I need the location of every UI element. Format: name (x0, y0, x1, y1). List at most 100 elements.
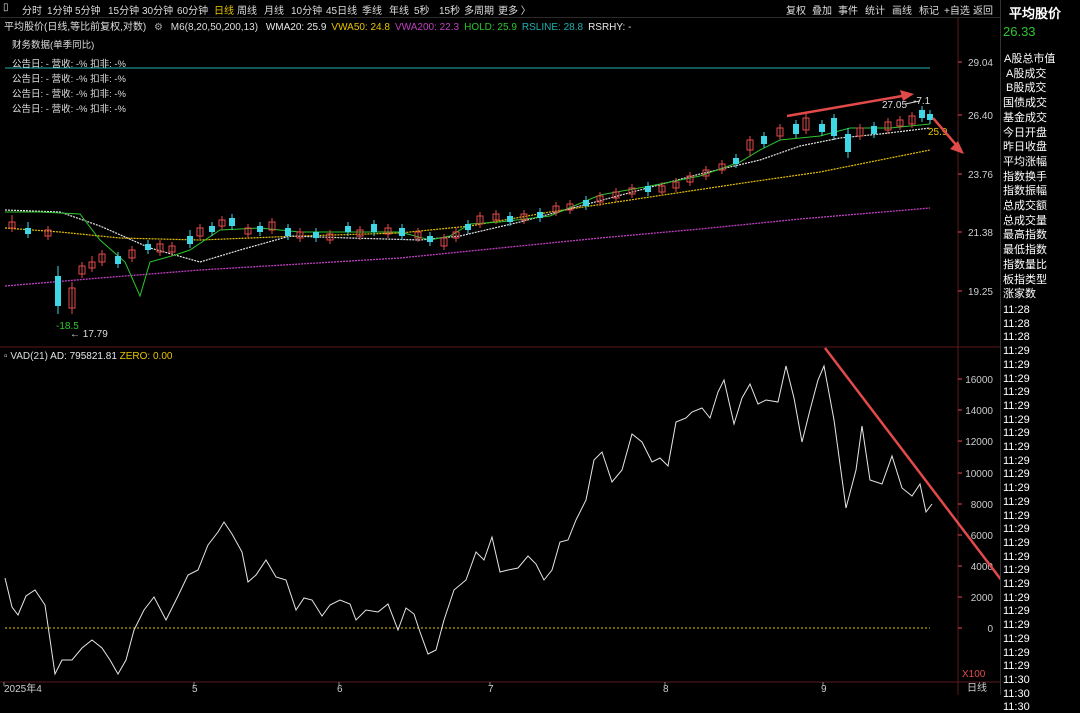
candle-body (927, 114, 933, 120)
price-axis-label: 19.25 (968, 287, 993, 298)
period-tab-6[interactable]: 日线 (214, 2, 234, 17)
tick-time: 11:29 (1003, 372, 1030, 385)
toolbar-button-5[interactable]: 标记 (919, 2, 939, 17)
toolbar-button-1[interactable]: 叠加 (812, 2, 832, 17)
toolbar-button-0[interactable]: 复权 (786, 2, 806, 17)
sub-axis-label: 8000 (971, 500, 994, 511)
tick-time: 11:29 (1003, 605, 1030, 618)
tick-time: 11:30 (1003, 687, 1030, 700)
tick-time: 11:29 (1003, 345, 1030, 358)
period-tab-5[interactable]: 60分钟 (177, 2, 208, 17)
tick-time: 11:28 (1003, 304, 1030, 316)
candle-body (115, 256, 121, 264)
panel-field-10: 总成交额 (1003, 200, 1047, 212)
tick-time: 11:29 (1003, 578, 1030, 590)
tick-time: 11:29 (1003, 509, 1030, 522)
period-tab-2[interactable]: 5分钟 (75, 2, 101, 17)
sub-axis-label: 2000 (971, 593, 994, 604)
period-tab-11[interactable]: 季线 (362, 2, 382, 17)
period-tab-14[interactable]: 15秒 (439, 2, 460, 17)
tick-time: 11:29 (1003, 536, 1030, 549)
tick-time: 11:29 (1003, 399, 1030, 412)
candle-body (761, 136, 767, 144)
sub-axis-label: 12000 (965, 437, 993, 448)
candle-body (919, 110, 925, 118)
low-value-label: -18.5 (56, 321, 79, 332)
period-tab-12[interactable]: 年线 (389, 2, 409, 17)
sub-axis-label: 6000 (971, 531, 994, 542)
panel-price: 26.33 (1003, 24, 1036, 39)
panel-field-8: 指数换手 (1003, 170, 1047, 183)
panel-field-0: A股总市值 (1004, 53, 1056, 65)
tick-time: 11:29 (1003, 468, 1030, 481)
period-tab-1[interactable]: 1分钟 (47, 2, 73, 17)
candle-body (793, 124, 799, 134)
price-axis-label: 21.38 (968, 228, 993, 239)
tick-time: 11:29 (1003, 482, 1030, 495)
panel-field-15: 板指类型 (1003, 273, 1047, 286)
tick-time: 11:29 (1003, 564, 1030, 577)
vwa200-line (4, 207, 931, 287)
period-toolbar: ▯ 分时 1分钟 5分钟 15分钟 30分钟 60分钟 日线 周线 月线 10分钟 45日线 季线 年线… (0, 0, 1000, 18)
financial-row: 公告日: - 营收: -% 扣非: -% (12, 89, 127, 100)
toolbar-button-3[interactable]: 统计 (865, 2, 885, 17)
period-tab-4[interactable]: 30分钟 (142, 2, 173, 17)
panel-field-3: 国债成交 (1003, 97, 1047, 110)
panel-field-1: A股成交 (1006, 67, 1047, 80)
period-tab-3[interactable]: 15分钟 (108, 2, 139, 17)
candle-body (345, 226, 351, 232)
period-tab-7[interactable]: 周线 (237, 2, 257, 17)
candle-body (145, 244, 151, 250)
toolbar-button-7[interactable]: 返回 (973, 2, 993, 17)
tick-time: 11:29 (1003, 413, 1030, 426)
candle-body (257, 226, 263, 232)
chart-canvas[interactable]: 29.0426.4023.7621.3819.2527.05 -7.1← 17.7… (0, 18, 1000, 695)
candle-body (313, 232, 319, 238)
window-menu-icon[interactable]: ▯ (3, 2, 9, 13)
wma20-line (4, 127, 931, 263)
candle-body (733, 158, 739, 164)
tick-time: 11:29 (1003, 591, 1030, 604)
tick-time: 11:29 (1003, 454, 1030, 467)
arrow-head-icon (950, 141, 964, 154)
candle-body (819, 124, 825, 132)
panel-field-16: 涨家数 (1003, 288, 1036, 301)
tick-time: 11:29 (1003, 441, 1030, 453)
hold-line (5, 123, 931, 298)
candle-body (229, 218, 235, 226)
price-axis-label: 23.76 (968, 170, 993, 181)
toolbar-button-2[interactable]: 事件 (838, 2, 858, 17)
candle-body (55, 276, 61, 306)
x-axis-label: 2025年4 (4, 682, 42, 695)
period-tab-13[interactable]: 5秒 (414, 2, 430, 17)
vad-line (4, 364, 933, 676)
period-tab-9[interactable]: 10分钟 (291, 2, 322, 17)
tick-time: 11:29 (1003, 550, 1030, 563)
sub-axis-label: 14000 (965, 406, 993, 417)
tick-time: 11:28 (1003, 317, 1030, 330)
panel-field-5: 今日开盘 (1003, 126, 1047, 139)
candle-body (399, 228, 405, 236)
period-tab-8[interactable]: 月线 (264, 2, 284, 17)
candle-body (285, 228, 291, 236)
candle-body (645, 186, 651, 192)
period-tab-15[interactable]: 多周期 (464, 2, 494, 17)
toolbar-button-6[interactable]: +自选 (944, 2, 970, 17)
candle-body (507, 216, 513, 222)
sub-axis-label: 0 (987, 624, 993, 635)
period-tab-0[interactable]: 分时 (22, 2, 42, 17)
candle-body (187, 236, 193, 244)
panel-field-6: 昨日收盘 (1003, 141, 1047, 154)
period-tab-10[interactable]: 45日线 (326, 2, 357, 17)
x-axis-label: 9 (821, 684, 827, 695)
period-tab-16[interactable]: 更多 〉 (498, 2, 531, 17)
candle-body (583, 200, 589, 206)
x-axis-label: 8 (663, 684, 669, 695)
tick-time: 11:29 (1003, 660, 1030, 673)
x-axis-label: 7 (488, 684, 494, 695)
candle-body (537, 212, 543, 218)
panel-field-13: 最低指数 (1003, 244, 1047, 257)
toolbar-button-4[interactable]: 画线 (892, 2, 912, 17)
panel-title: 平均股价 (1009, 6, 1062, 21)
panel-field-7: 平均涨幅 (1003, 155, 1047, 168)
